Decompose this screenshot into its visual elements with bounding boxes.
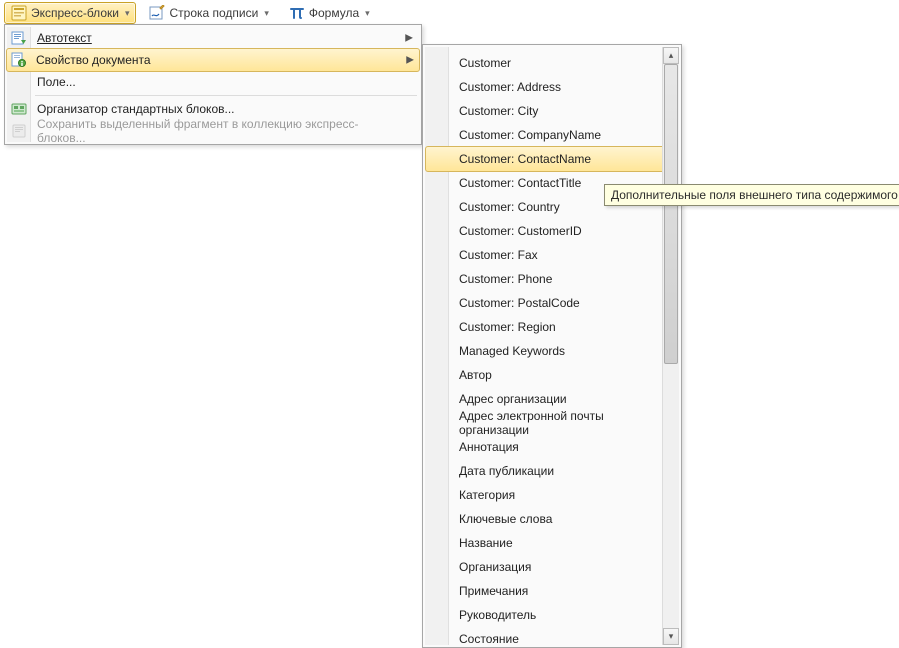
submenu-item-label: Примечания [459,584,528,598]
formula-label: Формула [309,6,359,20]
submenu-item[interactable]: Название [425,531,679,555]
menu-item-save-selection: Сохранить выделенный фрагмент в коллекци… [7,120,419,142]
scroll-thumb[interactable] [664,64,678,364]
express-blocks-menu: Автотекст ▶ Свойство документа ▶ Поле... [4,24,422,145]
express-blocks-icon [11,5,27,21]
signature-icon [149,5,165,21]
submenu-item[interactable]: Примечания [425,579,679,603]
submenu-item-label: Адрес организации [459,392,567,406]
menu-item-label: Поле... [37,75,76,89]
tooltip: Дополнительные поля внешнего типа содерж… [604,184,899,206]
submenu-item-label: Customer: Fax [459,248,538,262]
menu-item-autotext[interactable]: Автотекст ▶ [7,27,419,49]
submenu-item[interactable]: Автор [425,363,679,387]
submenu-item[interactable]: Категория [425,483,679,507]
organizer-icon [11,101,27,117]
submenu-item[interactable]: Customer: Phone [425,267,679,291]
pi-icon [289,5,305,21]
submenu-list: Customer Customer: Address Customer: City C… [425,47,679,645]
submenu-item-label: Аннотация [459,440,519,454]
save-selection-icon [11,123,27,139]
submenu-item-label: Название [459,536,513,550]
submenu-item-label: Автор [459,368,492,382]
scroll-down-button[interactable]: ▾ [663,628,679,645]
submenu-item-label: Customer: City [459,104,538,118]
signature-line-label: Строка подписи [169,6,258,20]
submenu-item-label: Customer: CompanyName [459,128,601,142]
dropdown-arrow-icon: ▾ [264,8,269,19]
submenu-item-label: Customer: CustomerID [459,224,582,238]
submenu-item[interactable]: Customer: CompanyName [425,123,679,147]
tooltip-text: Дополнительные поля внешнего типа содерж… [611,188,898,202]
doc-property-submenu: Customer Customer: Address Customer: City C… [422,44,682,648]
submenu-item[interactable]: Организация [425,555,679,579]
submenu-item[interactable]: Customer [425,51,679,75]
submenu-arrow-icon: ▶ [405,33,413,44]
submenu-item-label: Customer: PostalCode [459,296,580,310]
menu-item-doc-property[interactable]: Свойство документа ▶ [6,48,420,72]
submenu-item[interactable]: Customer: City [425,99,679,123]
submenu-item-label: Ключевые слова [459,512,552,526]
menu-item-label: Автотекст [37,31,92,45]
submenu-item[interactable]: Customer: Address [425,75,679,99]
submenu-item-label: Customer: Phone [459,272,552,286]
submenu-item-label: Руководитель [459,608,536,622]
submenu-item-label: Managed Keywords [459,344,565,358]
submenu-item-label: Организация [459,560,531,574]
dropdown-arrow-icon: ▾ [125,8,130,19]
menu-item-label: Организатор стандартных блоков... [37,102,235,116]
submenu-item[interactable]: Руководитель [425,603,679,627]
submenu-item[interactable]: Адрес электронной почты организации [425,411,679,435]
submenu-item[interactable]: Customer: ContactName [425,146,679,172]
submenu-item-label: Customer [459,56,511,70]
ribbon-toolbar: Экспресс-блоки ▾ Строка подписи ▾ Формул… [0,0,899,26]
submenu-item[interactable]: Адрес организации [425,387,679,411]
express-blocks-label: Экспресс-блоки [31,6,119,20]
signature-line-button[interactable]: Строка подписи ▾ [142,2,275,24]
submenu-item-label: Состояние [459,632,519,645]
submenu-item-label: Customer: ContactName [459,152,591,166]
dropdown-arrow-icon: ▾ [365,8,370,19]
submenu-item-label: Customer: ContactTitle [459,176,581,190]
formula-button[interactable]: Формула ▾ [282,2,377,24]
submenu-item[interactable]: Состояние [425,627,679,645]
menu-separator [35,95,417,96]
menu-item-field[interactable]: Поле... [7,71,419,93]
menu-item-label: Сохранить выделенный фрагмент в коллекци… [37,117,403,145]
autotext-icon [11,30,27,46]
submenu-item[interactable]: Дата публикации [425,459,679,483]
submenu-item[interactable]: Ключевые слова [425,507,679,531]
submenu-item-label: Customer: Country [459,200,560,214]
scroll-track[interactable] [663,64,679,628]
submenu-item[interactable]: Customer: PostalCode [425,291,679,315]
submenu-item[interactable]: Managed Keywords [425,339,679,363]
menu-item-label: Свойство документа [36,53,151,67]
submenu-item-label: Customer: Address [459,80,561,94]
scrollbar[interactable]: ▴ ▾ [662,47,679,645]
submenu-item[interactable]: Customer: Region [425,315,679,339]
submenu-item-label: Дата публикации [459,464,554,478]
submenu-item-label: Customer: Region [459,320,556,334]
submenu-item[interactable]: Customer: Fax [425,243,679,267]
submenu-item[interactable]: Customer: CustomerID [425,219,679,243]
submenu-item-label: Категория [459,488,515,502]
scroll-up-button[interactable]: ▴ [663,47,679,64]
submenu-arrow-icon: ▶ [406,55,414,66]
submenu-item-label: Адрес электронной почты организации [459,409,671,437]
doc-property-icon [10,52,26,68]
express-blocks-button[interactable]: Экспресс-блоки ▾ [4,2,136,24]
submenu-item[interactable]: Аннотация [425,435,679,459]
